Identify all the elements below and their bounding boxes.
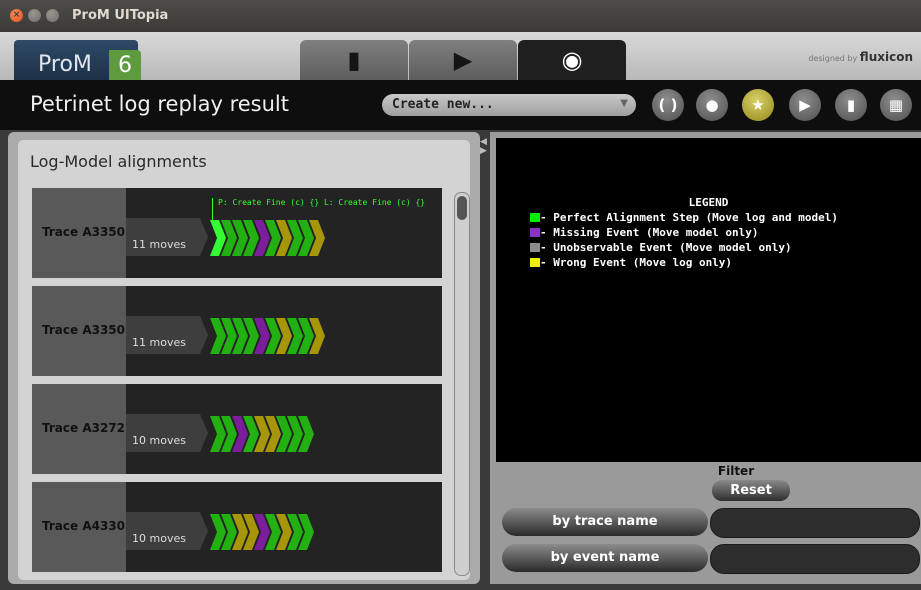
event-name-input[interactable]	[710, 544, 920, 574]
legend-swatch	[530, 258, 540, 267]
legend-swatch	[530, 213, 540, 222]
workspace-icon: ▮	[347, 46, 361, 74]
copy-button[interactable]: ▮	[835, 89, 867, 121]
filter-title: Filter	[717, 464, 755, 478]
legend-text: - Unobservable Event (Move model only)	[540, 241, 792, 254]
move-count-arrow	[200, 218, 208, 256]
legend-text: - Perfect Alignment Step (Move log and m…	[540, 211, 839, 224]
move-count-box: 10 moves	[126, 512, 200, 550]
move-count: 11 moves	[132, 238, 186, 251]
create-new-label: Create new...	[392, 97, 494, 112]
details-panel: LEGEND - Perfect Alignment Step (Move lo…	[490, 132, 921, 584]
star-button[interactable]: ★	[742, 89, 774, 121]
trace-name-input[interactable]	[710, 508, 920, 538]
move-count: 10 moves	[132, 434, 186, 447]
legend-area: LEGEND - Perfect Alignment Step (Move lo…	[496, 138, 921, 462]
move-count-box: 11 moves	[126, 218, 200, 256]
alignments-inner: Log-Model alignments Trace A3350 11 moves…	[18, 140, 470, 580]
legend-swatch	[530, 243, 540, 252]
move-count-box: 11 moves	[126, 316, 200, 354]
legend-title: LEGEND	[688, 196, 729, 209]
brackets-button[interactable]: ( )	[652, 89, 684, 121]
star-icon: ★	[751, 96, 765, 114]
designed-by-text: designed by	[808, 54, 858, 63]
legend-text: - Wrong Event (Move log only)	[540, 256, 733, 269]
move-count: 11 moves	[132, 336, 186, 349]
move-count-arrow	[200, 316, 208, 354]
fluxicon-logo: fluxicon	[859, 50, 913, 64]
grid-button[interactable]: ▦	[880, 89, 912, 121]
step-tooltip: P: Create Fine (c) {} L: Create Fine (c)…	[218, 198, 426, 207]
close-window-button[interactable]: ×	[10, 9, 23, 22]
play-button[interactable]: ▶	[789, 89, 821, 121]
alignments-panel: Log-Model alignments Trace A3350 11 moves…	[8, 132, 480, 584]
eye-icon: ◉	[561, 46, 583, 74]
trace-scrollbar[interactable]	[454, 192, 470, 576]
logo-version: 6	[109, 50, 141, 80]
legend-item: - Missing Event (Move model only)	[530, 226, 759, 239]
trace-name: Trace A3350	[42, 323, 125, 337]
trace-label-box: Trace A43302	[32, 482, 133, 572]
step-tooltip-line	[212, 198, 213, 220]
panel-title: Log-Model alignments	[30, 152, 207, 171]
create-new-select[interactable]: Create new... ▼	[382, 94, 636, 116]
drop-icon: ●	[705, 96, 719, 114]
app-header: ProM 6 ▮ ▶ ◉ designed by fluxicon	[0, 32, 921, 80]
chevron-down-icon: ▼	[620, 98, 628, 109]
trace-name: Trace A32727	[42, 421, 134, 435]
filter-area: Filter Reset by trace name by event name	[496, 464, 921, 584]
trace-row[interactable]: Trace A43302 10 moves	[32, 482, 442, 572]
move-count-arrow	[200, 414, 208, 452]
window-title: ProM UITopia	[72, 8, 169, 23]
brackets-icon: ( )	[658, 96, 678, 114]
panel-splitter[interactable]: ◀ ▶	[480, 138, 489, 168]
maximize-window-button[interactable]	[46, 9, 59, 22]
scrollbar-thumb[interactable]	[457, 196, 467, 220]
play-icon: ▶	[799, 96, 811, 114]
trace-name: Trace A3350	[42, 225, 125, 239]
legend-text: - Missing Event (Move model only)	[540, 226, 759, 239]
trace-row[interactable]: Trace A3350 11 moves	[32, 286, 442, 376]
designed-by: designed by fluxicon	[808, 50, 913, 64]
legend-item: - Wrong Event (Move log only)	[530, 256, 732, 269]
minimize-window-button[interactable]	[28, 9, 41, 22]
filter-by-trace-button[interactable]: by trace name	[502, 508, 708, 536]
move-count: 10 moves	[132, 532, 186, 545]
trace-name: Trace A43302	[42, 519, 134, 533]
prom-logo: ProM 6	[14, 40, 141, 80]
trace-row[interactable]: Trace A3350 11 moves P: Create Fine (c) {}…	[32, 188, 442, 278]
legend-item: - Unobservable Event (Move model only)	[530, 241, 792, 254]
title-bar: × ProM UITopia	[0, 0, 921, 32]
filter-by-event-button[interactable]: by event name	[502, 544, 708, 572]
trace-label-box: Trace A3350	[32, 188, 126, 278]
legend-item: - Perfect Alignment Step (Move log and m…	[530, 211, 838, 224]
page-title: Petrinet log replay result	[30, 92, 290, 116]
logo-text: ProM	[38, 52, 92, 77]
move-count-arrow	[200, 512, 208, 550]
legend-swatch	[530, 228, 540, 237]
tab-actions[interactable]: ▶	[409, 40, 517, 80]
play-icon: ▶	[453, 46, 473, 74]
trace-label-box: Trace A3350	[32, 286, 126, 376]
copy-icon: ▮	[846, 96, 856, 114]
reset-button[interactable]: Reset	[712, 480, 790, 501]
move-count-box: 10 moves	[126, 414, 200, 452]
tab-views[interactable]: ◉	[518, 40, 626, 80]
grid-icon: ▦	[888, 96, 904, 114]
drop-button[interactable]: ●	[696, 89, 728, 121]
trace-row[interactable]: Trace A32727 10 moves	[32, 384, 442, 474]
tab-workspace[interactable]: ▮	[300, 40, 408, 80]
view-toolbar: Petrinet log replay result Create new...…	[0, 80, 921, 130]
trace-label-box: Trace A32727	[32, 384, 133, 474]
